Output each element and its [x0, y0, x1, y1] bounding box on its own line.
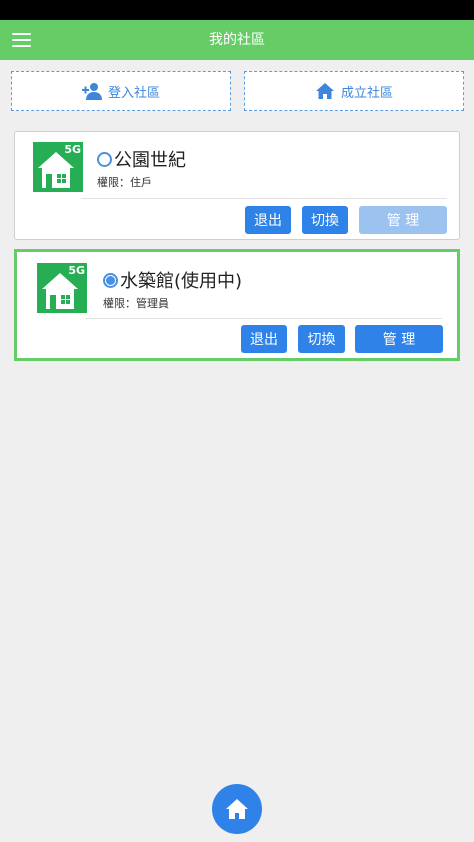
community-card-active[interactable]: 5G 水築館(使用中) 權限：管理員 退出 切換 管 理 [14, 249, 460, 361]
community-name: 公園世紀 [114, 150, 186, 171]
leave-button[interactable]: 退出 [245, 206, 291, 234]
network-badge: 5G [64, 143, 81, 156]
community-name: 水築館(使用中) [120, 271, 243, 292]
switch-button[interactable]: 切換 [298, 325, 345, 353]
select-radio[interactable] [97, 151, 112, 167]
manage-button[interactable]: 管 理 [359, 206, 447, 234]
community-name-row: 公園世紀 [97, 146, 186, 172]
community-logo: 5G [37, 263, 87, 313]
home-icon [226, 799, 248, 819]
home-icon [315, 83, 334, 99]
join-community-button[interactable]: 登入社區 [11, 71, 231, 111]
create-community-button[interactable]: 成立社區 [244, 71, 464, 111]
community-name-row: 水築館(使用中) [103, 267, 242, 293]
community-role: 權限：住戶 [97, 176, 152, 189]
house-icon [38, 152, 74, 188]
house-icon [42, 273, 78, 309]
status-bar [0, 0, 474, 20]
page-title: 我的社區 [209, 32, 265, 48]
switch-button[interactable]: 切換 [302, 206, 348, 234]
join-community-label: 登入社區 [107, 85, 160, 101]
leave-button[interactable]: 退出 [241, 325, 287, 353]
create-community-label: 成立社區 [340, 85, 393, 101]
divider [81, 198, 447, 199]
add-user-icon [81, 83, 102, 100]
network-badge: 5G [68, 264, 85, 277]
home-button[interactable] [212, 784, 262, 834]
manage-button[interactable]: 管 理 [355, 325, 443, 353]
action-bar: 登入社區 成立社區 [11, 71, 464, 111]
divider [85, 318, 442, 319]
community-role: 權限：管理員 [103, 297, 169, 310]
community-logo: 5G [33, 142, 83, 192]
select-radio-checked[interactable] [103, 272, 118, 288]
app-bar: 我的社區 [0, 20, 474, 60]
community-card[interactable]: 5G 公園世紀 權限：住戶 退出 切換 管 理 [14, 131, 460, 240]
